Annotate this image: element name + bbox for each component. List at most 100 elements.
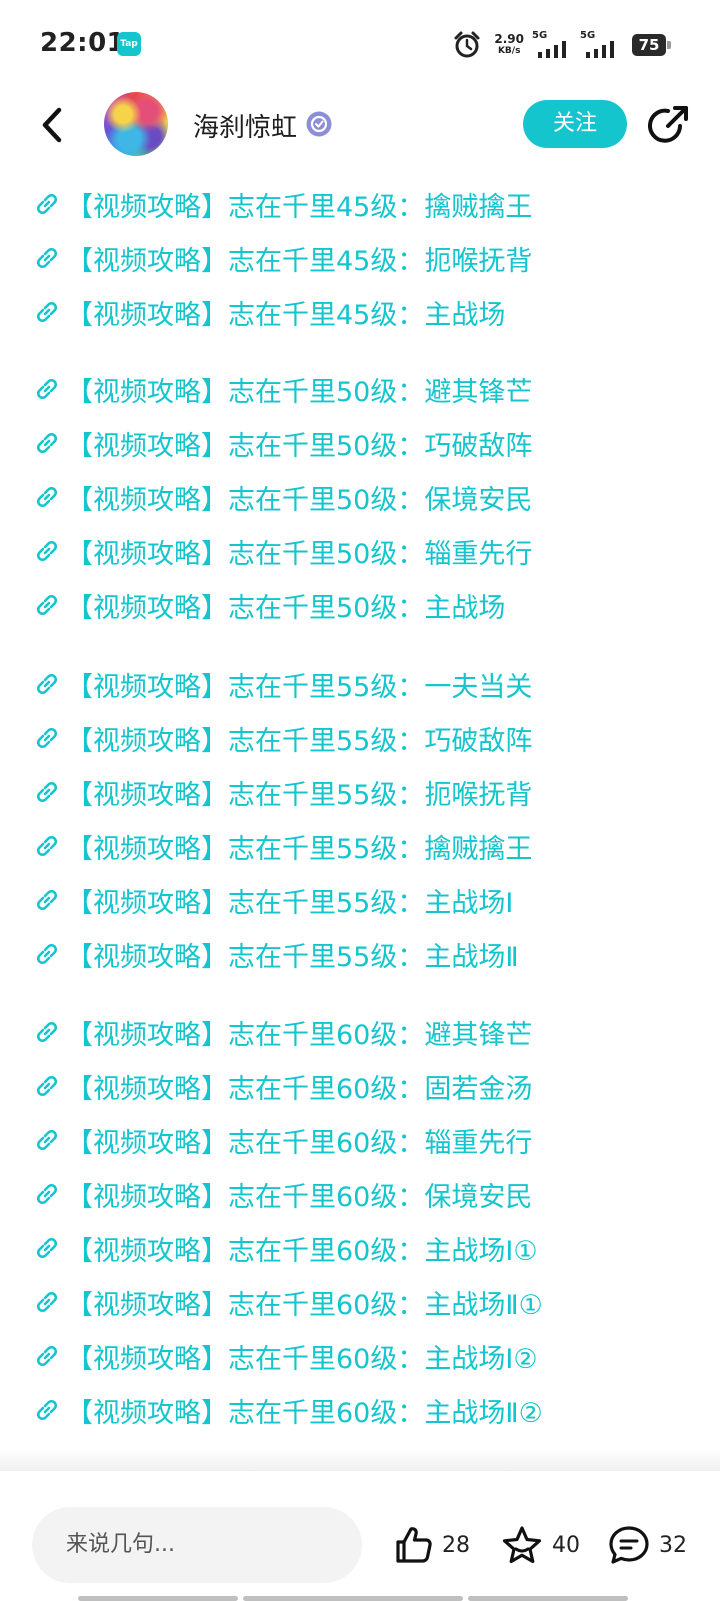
link-text[interactable]: 【视频攻略】志在千里50级：辎重先行	[66, 532, 532, 571]
link-item[interactable]: 【视频攻略】志在千里50级：保境安民	[32, 473, 532, 521]
link-item[interactable]: 【视频攻略】志在千里60级：保境安民	[32, 1170, 532, 1218]
link-icon	[36, 889, 58, 911]
link-text[interactable]: 【视频攻略】志在千里50级：巧破敌阵	[66, 424, 532, 463]
link-icon	[36, 1129, 58, 1151]
share-icon	[648, 106, 688, 143]
link-icon	[36, 594, 58, 616]
link-text[interactable]: 【视频攻略】志在千里60级：主战场Ⅰ①	[66, 1229, 538, 1268]
username[interactable]: 海刹惊虹	[193, 107, 297, 144]
alarm-icon	[452, 30, 482, 60]
link-icon	[36, 1183, 58, 1205]
link-icon	[36, 1399, 58, 1421]
link-text[interactable]: 【视频攻略】志在千里60级：辎重先行	[66, 1121, 532, 1160]
like-count: 28	[442, 1532, 470, 1558]
post-content: 【视频攻略】志在千里45级：擒贼擒王 【视频攻略】志在千里45级：扼喉抚背 【视…	[0, 180, 720, 1470]
link-icon	[36, 432, 58, 454]
back-button[interactable]	[32, 102, 72, 148]
link-item[interactable]: 【视频攻略】志在千里60级：主战场Ⅰ①	[32, 1224, 538, 1272]
link-text[interactable]: 【视频攻略】志在千里45级：主战场	[66, 293, 505, 332]
battery-level: 75	[632, 34, 666, 56]
link-item[interactable]: 【视频攻略】志在千里45级：主战场	[32, 288, 505, 336]
link-item[interactable]: 【视频攻略】志在千里50级：巧破敌阵	[32, 419, 532, 467]
link-icon	[36, 727, 58, 749]
link-text[interactable]: 【视频攻略】志在千里60级：固若金汤	[66, 1067, 532, 1106]
link-icon	[36, 378, 58, 400]
link-item[interactable]: 【视频攻略】志在千里60级：主战场Ⅰ②	[32, 1332, 538, 1380]
avatar[interactable]	[104, 92, 168, 156]
link-icon	[36, 1075, 58, 1097]
share-button[interactable]	[648, 102, 692, 146]
link-item[interactable]: 【视频攻略】志在千里60级：主战场Ⅱ①	[32, 1278, 543, 1326]
home-indicator	[78, 1596, 238, 1601]
link-icon	[36, 193, 58, 215]
link-text[interactable]: 【视频攻略】志在千里55级：巧破敌阵	[66, 719, 532, 758]
link-text[interactable]: 【视频攻略】志在千里50级：保境安民	[66, 478, 532, 517]
link-icon	[36, 781, 58, 803]
home-indicator	[468, 1596, 628, 1601]
link-icon	[36, 1291, 58, 1313]
status-indicators: 2.90 KB/s 5G 5G 75	[452, 28, 672, 62]
comment-button[interactable]: 32	[607, 1517, 687, 1573]
link-text[interactable]: 【视频攻略】志在千里55级：一夫当关	[66, 665, 532, 704]
signal-bars-icon	[586, 41, 614, 58]
link-text[interactable]: 【视频攻略】志在千里60级：避其锋芒	[66, 1013, 532, 1052]
link-item[interactable]: 【视频攻略】志在千里60级：主战场Ⅱ②	[32, 1386, 543, 1434]
link-text[interactable]: 【视频攻略】志在千里60级：主战场Ⅱ②	[66, 1391, 543, 1430]
comment-bubble-icon	[609, 1526, 649, 1564]
link-item[interactable]: 【视频攻略】志在千里55级：扼喉抚背	[32, 768, 532, 816]
signal-2: 5G	[580, 30, 620, 60]
post-header: 海刹惊虹 关注	[0, 90, 720, 160]
scroll-fade	[0, 1448, 720, 1472]
link-icon	[36, 301, 58, 323]
comment-count: 32	[659, 1532, 687, 1558]
link-icon	[36, 540, 58, 562]
home-indicator	[243, 1596, 463, 1601]
follow-button[interactable]: 关注	[523, 100, 627, 148]
link-text[interactable]: 【视频攻略】志在千里45级：擒贼擒王	[66, 185, 532, 224]
network-speed-unit: KB/s	[497, 46, 521, 56]
link-item[interactable]: 【视频攻略】志在千里55级：擒贼擒王	[32, 822, 532, 870]
like-button[interactable]: 28	[392, 1517, 470, 1573]
link-item[interactable]: 【视频攻略】志在千里45级：擒贼擒王	[32, 180, 532, 228]
link-icon	[36, 943, 58, 965]
link-item[interactable]: 【视频攻略】志在千里55级：主战场Ⅱ	[32, 930, 519, 978]
link-icon	[36, 247, 58, 269]
link-icon	[36, 1345, 58, 1367]
favorite-button[interactable]: 40	[500, 1517, 580, 1573]
link-item[interactable]: 【视频攻略】志在千里55级：巧破敌阵	[32, 714, 532, 762]
link-text[interactable]: 【视频攻略】志在千里55级：主战场Ⅱ	[66, 935, 519, 974]
network-speed: 2.90 KB/s	[494, 33, 524, 57]
link-icon	[36, 835, 58, 857]
link-text[interactable]: 【视频攻略】志在千里55级：擒贼擒王	[66, 827, 532, 866]
link-item[interactable]: 【视频攻略】志在千里50级：避其锋芒	[32, 365, 532, 413]
link-item[interactable]: 【视频攻略】志在千里60级：辎重先行	[32, 1116, 532, 1164]
battery-icon: 75	[632, 34, 672, 56]
link-item[interactable]: 【视频攻略】志在千里60级：避其锋芒	[32, 1008, 532, 1056]
verified-badge-icon	[305, 110, 333, 138]
signal-bars-icon	[538, 41, 566, 58]
bottom-action-bar: 来说几句... 28 40 32	[0, 1470, 720, 1601]
network-speed-value: 2.90	[494, 32, 524, 46]
link-icon	[36, 1237, 58, 1259]
link-item[interactable]: 【视频攻略】志在千里55级：一夫当关	[32, 660, 532, 708]
link-text[interactable]: 【视频攻略】志在千里50级：主战场	[66, 586, 505, 625]
link-text[interactable]: 【视频攻略】志在千里60级：主战场Ⅰ②	[66, 1337, 538, 1376]
link-text[interactable]: 【视频攻略】志在千里60级：主战场Ⅱ①	[66, 1283, 543, 1322]
comment-input[interactable]: 来说几句...	[32, 1507, 362, 1583]
link-icon	[36, 1021, 58, 1043]
link-item[interactable]: 【视频攻略】志在千里55级：主战场Ⅰ	[32, 876, 513, 924]
link-text[interactable]: 【视频攻略】志在千里45级：扼喉抚背	[66, 239, 532, 278]
link-item[interactable]: 【视频攻略】志在千里45级：扼喉抚背	[32, 234, 532, 282]
link-text[interactable]: 【视频攻略】志在千里55级：扼喉抚背	[66, 773, 532, 812]
link-icon	[36, 673, 58, 695]
favorite-count: 40	[552, 1532, 580, 1558]
link-text[interactable]: 【视频攻略】志在千里60级：保境安民	[66, 1175, 532, 1214]
star-icon	[502, 1526, 542, 1564]
link-text[interactable]: 【视频攻略】志在千里50级：避其锋芒	[66, 370, 532, 409]
link-item[interactable]: 【视频攻略】志在千里50级：辎重先行	[32, 527, 532, 575]
link-icon	[36, 486, 58, 508]
link-text[interactable]: 【视频攻略】志在千里55级：主战场Ⅰ	[66, 881, 513, 920]
status-bar: 22:01 Tap 2.90 KB/s 5G 5G 75	[0, 0, 720, 90]
link-item[interactable]: 【视频攻略】志在千里50级：主战场	[32, 581, 505, 629]
link-item[interactable]: 【视频攻略】志在千里60级：固若金汤	[32, 1062, 532, 1110]
